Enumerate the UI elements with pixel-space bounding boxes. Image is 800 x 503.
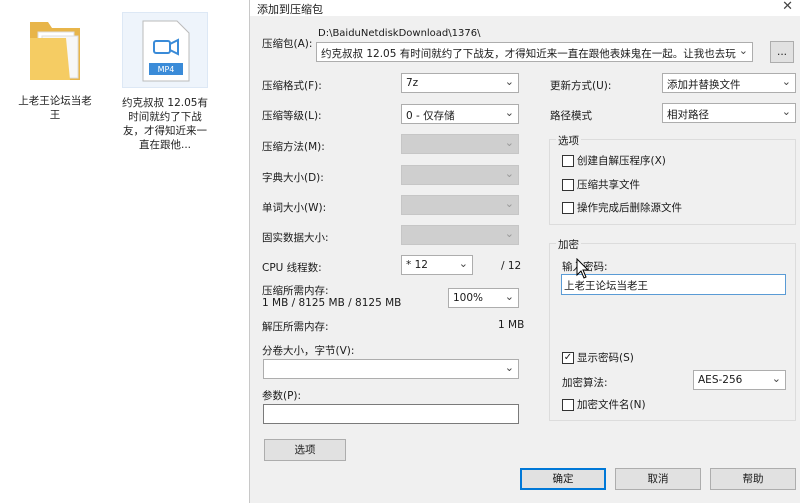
help-button[interactable]: 帮助 bbox=[710, 468, 796, 490]
params-input[interactable] bbox=[263, 404, 519, 424]
checkbox-checked: ✓ bbox=[562, 351, 574, 364]
word-select: ⌄ bbox=[401, 195, 519, 215]
browse-button[interactable]: ... bbox=[770, 41, 794, 63]
dict-select: ⌄ bbox=[401, 165, 519, 185]
level-select[interactable]: 0 - 仅存储 ⌄ bbox=[401, 104, 519, 124]
checkbox-box bbox=[562, 398, 574, 411]
format-value: 7z bbox=[406, 77, 419, 89]
shared-checkbox[interactable]: 压缩共享文件 bbox=[562, 177, 640, 192]
path-mode-value: 相对路径 bbox=[667, 109, 709, 121]
split-combo[interactable]: ⌄ bbox=[263, 359, 519, 379]
checkbox-box bbox=[562, 201, 574, 214]
encrypt-names-checkbox[interactable]: 加密文件名(N) bbox=[562, 397, 646, 412]
word-label: 单词大小(W): bbox=[262, 202, 327, 214]
folder-icon bbox=[30, 22, 80, 80]
chevron-down-icon: ⌄ bbox=[771, 372, 781, 385]
encryption-method-label: 加密算法: bbox=[562, 377, 608, 389]
archive-name-combo[interactable]: 约克叔叔 12.05 有时间就约了下战友，才得知近来一直在跟他表妹鬼在一起。让我… bbox=[316, 42, 753, 62]
ok-button[interactable]: 确定 bbox=[520, 468, 606, 490]
archive-filename: 约克叔叔 12.05 有时间就约了下战友，才得知近来一直在跟他表妹鬼在一起。让我… bbox=[321, 48, 736, 60]
options-group-title: 选项 bbox=[556, 133, 581, 148]
cpu-total: / 12 bbox=[501, 260, 522, 272]
chevron-down-icon: ⌄ bbox=[504, 290, 514, 303]
show-password-label: 显示密码(S) bbox=[577, 352, 634, 364]
update-mode-value: 添加并替换文件 bbox=[667, 79, 741, 91]
desktop-video-file[interactable]: MP4 约克叔叔 12.05有时间就约了下战友，才得知近来一直在跟他... bbox=[122, 12, 208, 152]
mem-compress-label: 压缩所需内存: bbox=[262, 285, 329, 297]
checkbox-box bbox=[562, 178, 574, 191]
chevron-down-icon: ⌄ bbox=[738, 44, 748, 57]
chevron-down-icon: ⌄ bbox=[504, 75, 514, 88]
password-value: 上老王论坛当老王 bbox=[564, 280, 648, 292]
delete-after-label: 操作完成后删除源文件 bbox=[577, 202, 682, 214]
split-label: 分卷大小，字节(V): bbox=[262, 345, 355, 357]
level-label: 压缩等级(L): bbox=[262, 110, 322, 122]
cpu-label: CPU 线程数: bbox=[262, 262, 322, 274]
options-button[interactable]: 选项 bbox=[264, 439, 346, 461]
solid-select: ⌄ bbox=[401, 225, 519, 245]
archive-label: 压缩包(A): bbox=[262, 38, 313, 50]
mem-percent-value: 100% bbox=[453, 292, 484, 304]
folder-label: 上老王论坛当老王 bbox=[18, 95, 92, 121]
encryption-method-select[interactable]: AES-256 ⌄ bbox=[693, 370, 786, 390]
archive-path: D:\BaiduNetdiskDownload\1376\ bbox=[318, 28, 481, 39]
add-to-archive-dialog: 添加到压缩包 ✕ 压缩包(A): D:\BaiduNetdiskDownload… bbox=[249, 0, 800, 503]
mem-decompress-value: 1 MB bbox=[498, 319, 525, 331]
chevron-down-icon: ⌄ bbox=[504, 106, 514, 119]
shared-label: 压缩共享文件 bbox=[577, 179, 640, 191]
method-label: 压缩方法(M): bbox=[262, 141, 325, 153]
chevron-down-icon: ⌄ bbox=[504, 361, 514, 374]
cpu-value: * 12 bbox=[406, 259, 428, 271]
level-value: 0 - 仅存储 bbox=[406, 110, 455, 122]
show-password-checkbox[interactable]: ✓ 显示密码(S) bbox=[562, 350, 634, 365]
mem-decompress-label: 解压所需内存: bbox=[262, 321, 329, 333]
update-mode-select[interactable]: 添加并替换文件 ⌄ bbox=[662, 73, 796, 93]
method-select: ⌄ bbox=[401, 134, 519, 154]
video-badge: MP4 bbox=[157, 65, 175, 74]
desktop-folder[interactable]: 上老王论坛当老王 bbox=[14, 14, 96, 122]
video-file-selection: MP4 bbox=[122, 12, 208, 88]
chevron-down-icon: ⌄ bbox=[458, 257, 468, 270]
chevron-down-icon: ⌄ bbox=[504, 197, 514, 210]
password-input[interactable]: 上老王论坛当老王 bbox=[561, 274, 786, 295]
dialog-title: 添加到压缩包 bbox=[257, 3, 323, 16]
chevron-down-icon: ⌄ bbox=[504, 227, 514, 240]
delete-after-checkbox[interactable]: 操作完成后删除源文件 bbox=[562, 200, 682, 215]
checkbox-box bbox=[562, 154, 574, 167]
sfx-label: 创建自解压程序(X) bbox=[577, 155, 666, 167]
cpu-select[interactable]: * 12 ⌄ bbox=[401, 255, 473, 275]
update-mode-label: 更新方式(U): bbox=[550, 80, 612, 92]
sfx-checkbox[interactable]: 创建自解压程序(X) bbox=[562, 153, 666, 168]
solid-label: 固实数据大小: bbox=[262, 232, 329, 244]
path-mode-select[interactable]: 相对路径 ⌄ bbox=[662, 103, 796, 123]
video-file-label: 约克叔叔 12.05有时间就约了下战友，才得知近来一直在跟他... bbox=[122, 97, 208, 151]
params-label: 参数(P): bbox=[262, 390, 302, 402]
format-label: 压缩格式(F): bbox=[262, 80, 322, 92]
chevron-down-icon: ⌄ bbox=[781, 75, 791, 88]
dict-label: 字典大小(D): bbox=[262, 172, 324, 184]
mem-percent-select[interactable]: 100% ⌄ bbox=[448, 288, 519, 308]
mouse-cursor-icon bbox=[576, 258, 590, 279]
chevron-down-icon: ⌄ bbox=[504, 167, 514, 180]
encryption-group-title: 加密 bbox=[556, 237, 581, 252]
mem-compress-detail: 1 MB / 8125 MB / 8125 MB bbox=[262, 297, 402, 309]
chevron-down-icon: ⌄ bbox=[781, 105, 791, 118]
chevron-down-icon: ⌄ bbox=[504, 136, 514, 149]
encrypt-names-label: 加密文件名(N) bbox=[577, 399, 646, 411]
format-select[interactable]: 7z ⌄ bbox=[401, 73, 519, 93]
title-bar: 添加到压缩包 ✕ bbox=[250, 0, 800, 16]
path-mode-label: 路径模式 bbox=[550, 110, 592, 122]
close-icon[interactable]: ✕ bbox=[782, 0, 793, 14]
cancel-button[interactable]: 取消 bbox=[615, 468, 701, 490]
encryption-method-value: AES-256 bbox=[698, 374, 743, 386]
